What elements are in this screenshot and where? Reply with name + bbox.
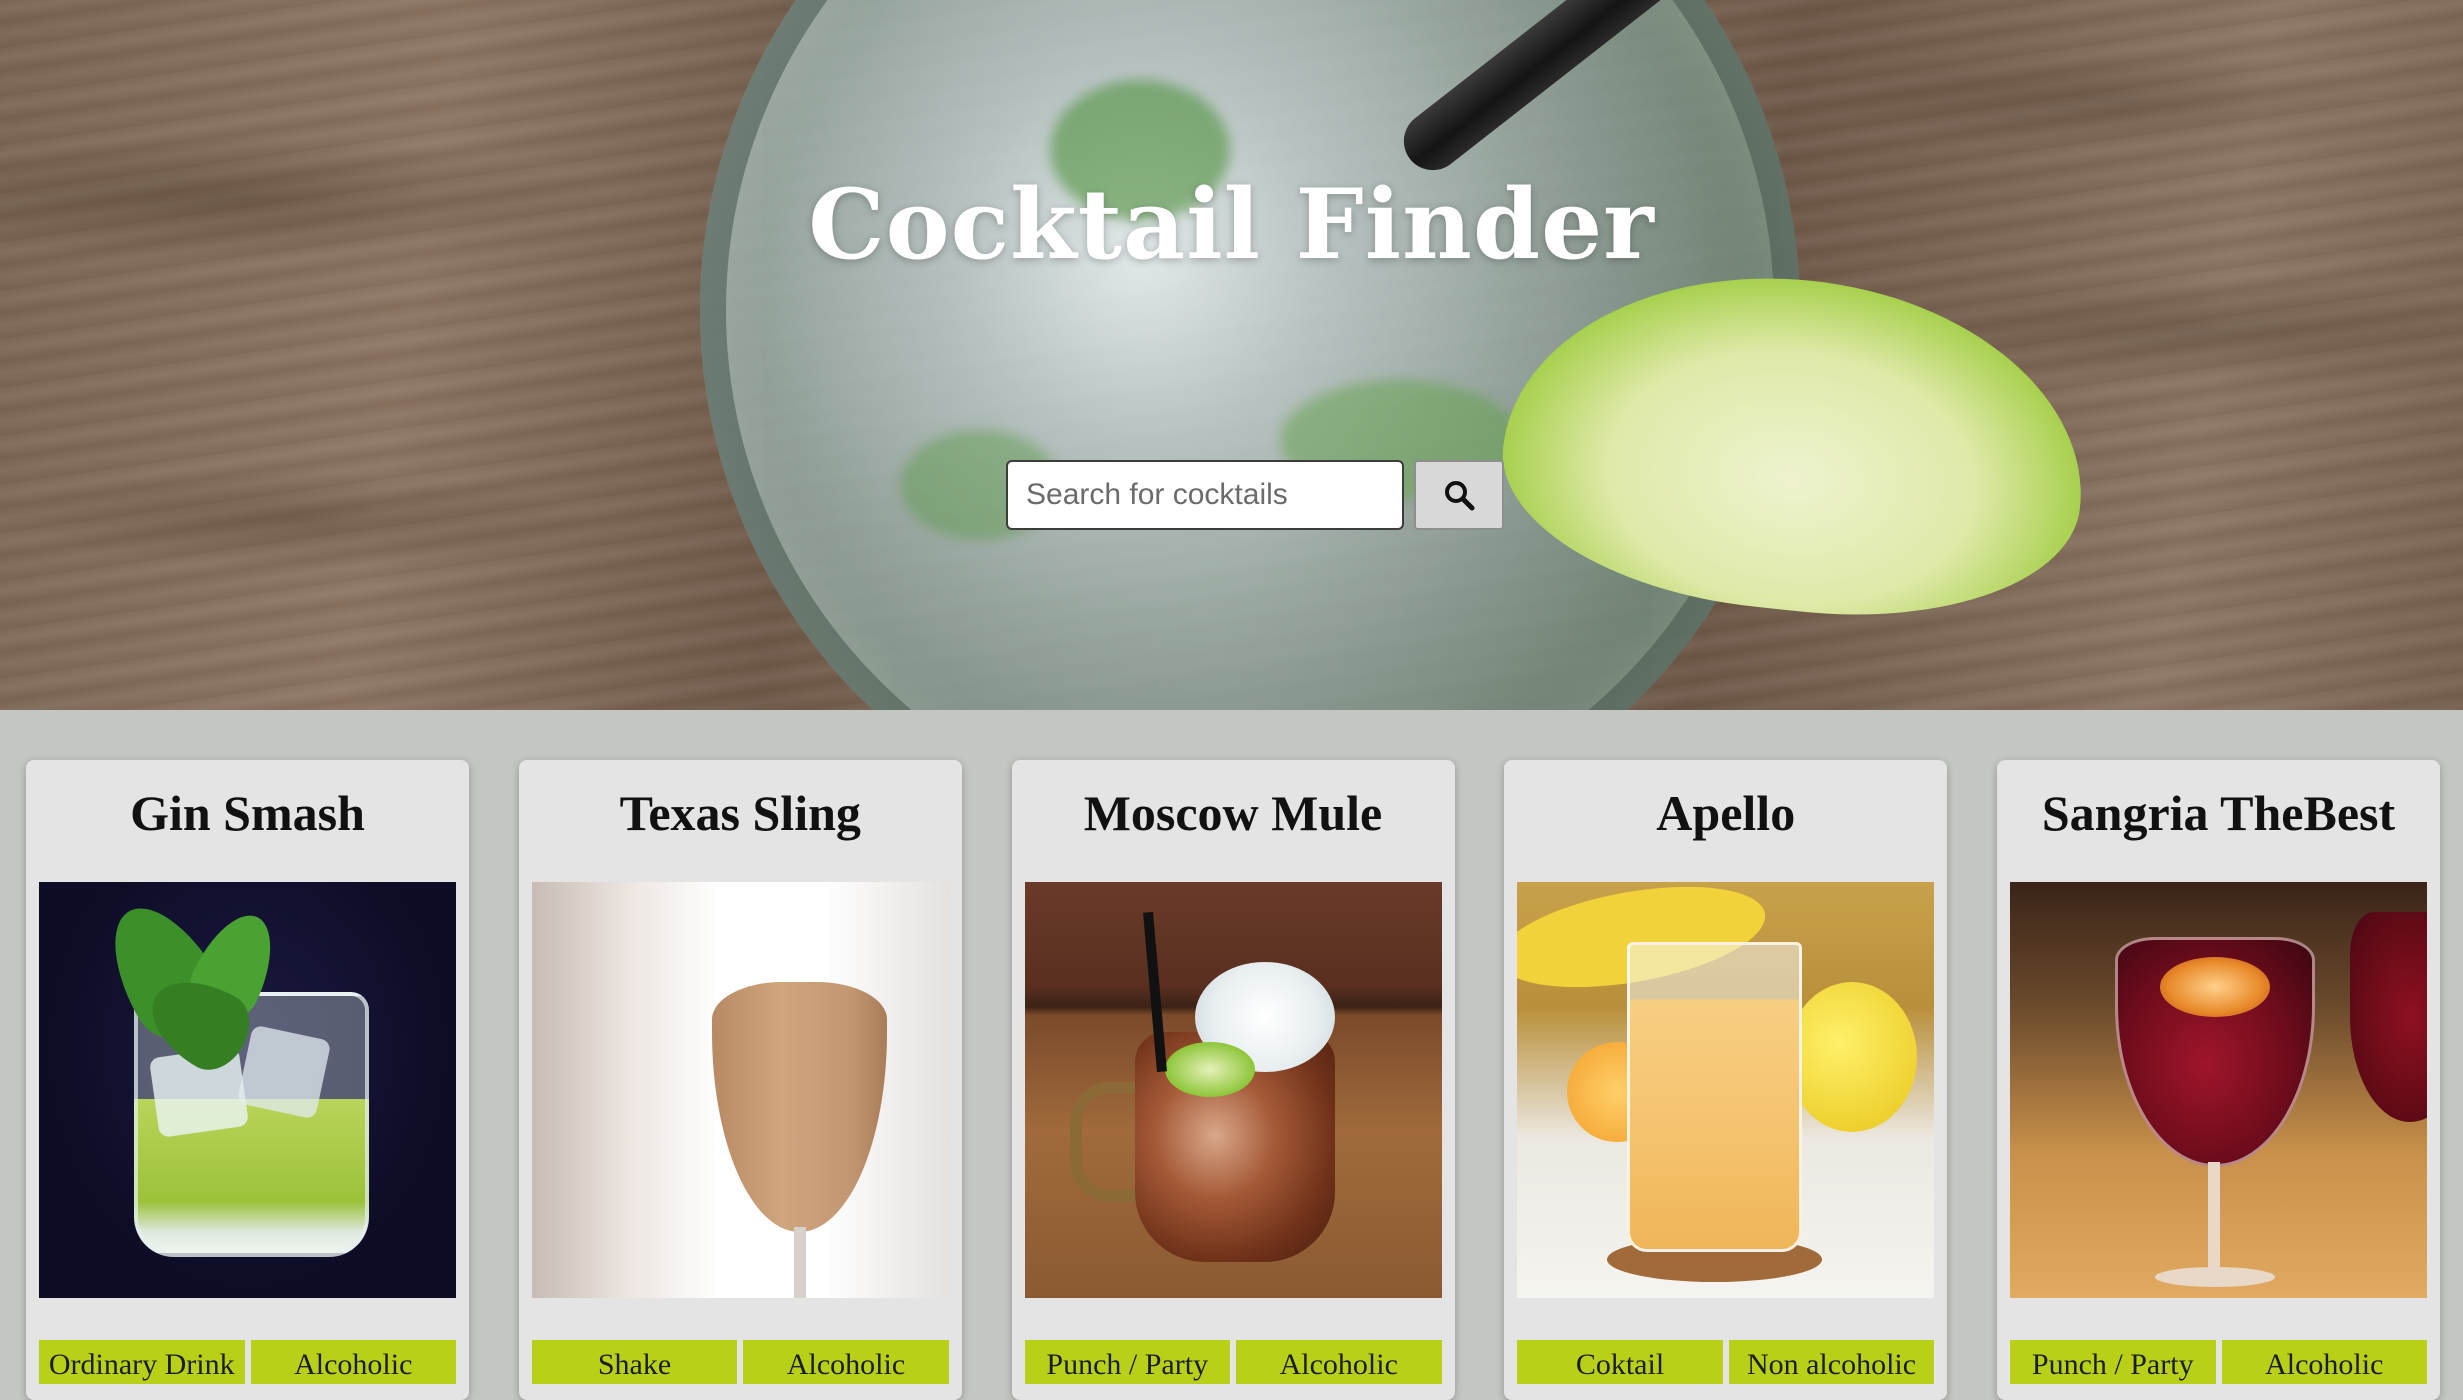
search-icon: [1445, 481, 1475, 511]
category-tag[interactable]: Punch / Party: [2010, 1340, 2216, 1384]
cocktail-card[interactable]: Texas Sling Shake Alcoholic: [518, 760, 962, 1400]
search-button[interactable]: [1414, 460, 1504, 530]
cocktail-image[interactable]: [39, 882, 456, 1298]
cocktail-card[interactable]: Moscow Mule Punch / Party Alcoholic: [1011, 760, 1455, 1400]
category-tag[interactable]: Ordinary Drink: [39, 1340, 245, 1384]
cocktail-image[interactable]: [1024, 882, 1442, 1298]
cocktail-tags: Coktail Non alcoholic: [1517, 1340, 1935, 1384]
cocktail-tags: Ordinary Drink Alcoholic: [39, 1340, 456, 1384]
alcoholic-tag[interactable]: Alcoholic: [2221, 1340, 2427, 1384]
cocktail-tags: Shake Alcoholic: [531, 1340, 949, 1384]
alcoholic-tag[interactable]: Alcoholic: [743, 1340, 949, 1384]
cocktail-name: Moscow Mule: [1083, 785, 1383, 841]
cocktail-image[interactable]: [1517, 882, 1935, 1298]
cocktail-name: Apello: [1656, 785, 1796, 841]
cocktail-name: Sangria TheBest: [2041, 785, 2396, 841]
hero-banner: Cocktail Finder: [0, 0, 2463, 710]
alcoholic-tag[interactable]: Alcoholic: [250, 1340, 456, 1384]
search-bar: [1006, 460, 1504, 530]
page-title: Cocktail Finder: [808, 168, 1655, 281]
cocktail-card[interactable]: Sangria TheBest Punch / Party Alcoholic: [1997, 760, 2440, 1400]
category-tag[interactable]: Shake: [531, 1340, 738, 1384]
cocktail-card[interactable]: Apello Coktail Non alcoholic: [1504, 760, 1948, 1400]
cocktail-image[interactable]: [531, 882, 949, 1298]
cocktail-tags: Punch / Party Alcoholic: [2010, 1340, 2427, 1384]
alcoholic-tag[interactable]: Alcoholic: [1236, 1340, 1442, 1384]
cocktail-image[interactable]: [2010, 882, 2427, 1298]
category-tag[interactable]: Coktail: [1517, 1340, 1723, 1384]
cocktail-name: Texas Sling: [619, 785, 861, 841]
search-input[interactable]: [1006, 460, 1404, 530]
cocktail-card-list: Gin Smash Ordinary Drink Alcoholic Texas…: [26, 760, 2440, 1400]
category-tag[interactable]: Punch / Party: [1024, 1340, 1230, 1384]
cocktail-tags: Punch / Party Alcoholic: [1024, 1340, 1442, 1384]
alcoholic-tag[interactable]: Non alcoholic: [1728, 1340, 1935, 1384]
cocktail-card[interactable]: Gin Smash Ordinary Drink Alcoholic: [26, 760, 469, 1400]
cocktail-name: Gin Smash: [130, 785, 365, 841]
